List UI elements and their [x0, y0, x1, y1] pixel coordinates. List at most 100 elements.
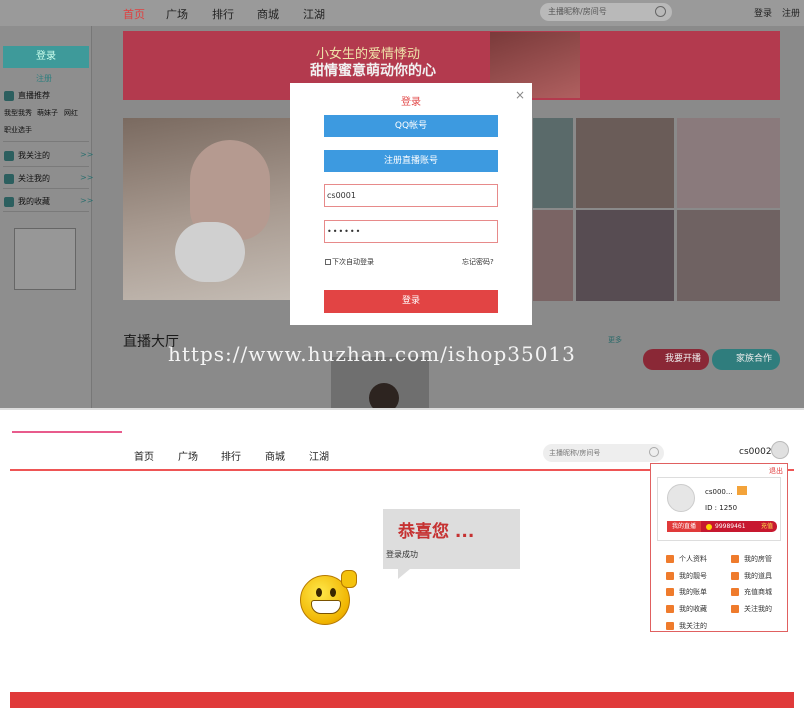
user-dropdown: 退出 cs000... ID : 1250 我的直播 99989461 充值 个…	[650, 463, 788, 632]
search-icon[interactable]	[655, 6, 666, 17]
nav-home[interactable]: 首页	[134, 448, 154, 463]
nav-mall[interactable]: 商城	[257, 6, 279, 22]
recommend-title: 直播推荐	[4, 90, 50, 101]
login-screenshot: 首页 广场 排行 商城 江湖 主播昵称/房间号 登录 注册 登录 注册 直播推荐…	[0, 0, 804, 410]
login-modal: 登录 × QQ帐号 注册直播账号 cs0001 •••••• 下次自动登录 忘记…	[290, 83, 532, 325]
menu-followers[interactable]: 关注我的	[731, 604, 772, 614]
menu-recharge-mall[interactable]: 充值商城	[731, 587, 772, 597]
nav-rank[interactable]: 排行	[221, 448, 241, 463]
nav-square[interactable]: 广场	[166, 6, 188, 22]
username-input[interactable]: cs0001	[324, 184, 498, 207]
medal-icon	[731, 572, 739, 580]
logged-in-screenshot: 首页 广场 排行 商城 江湖 主播昵称/房间号 cs0002 恭喜您 ... 登…	[0, 408, 804, 708]
nav-jianghu[interactable]: 江湖	[309, 448, 329, 463]
stream-thumb[interactable]	[677, 118, 780, 208]
nav-square[interactable]: 广场	[178, 448, 198, 463]
recharge-button[interactable]: 充值	[761, 521, 773, 532]
user-icon	[4, 150, 14, 161]
tag-influencer[interactable]: 网红	[64, 108, 78, 118]
divider	[3, 141, 89, 142]
arrow-icon: >>	[80, 196, 94, 205]
search-placeholder: 主播昵称/房间号	[548, 7, 607, 16]
sidebar-item-favorites[interactable]: 我的收藏 >>	[4, 196, 93, 207]
start-live-button[interactable]: 我要开播	[643, 349, 709, 370]
grinning-emoji-icon	[300, 570, 357, 625]
user-plus-icon	[4, 173, 14, 184]
login-link[interactable]: 登录	[754, 6, 772, 19]
top-navbar: 首页 广场 排行 商城 江湖 主播昵称/房间号 登录 注册	[0, 0, 804, 26]
nav-home[interactable]: 首页	[123, 6, 145, 22]
coin-icon	[706, 523, 712, 530]
login-submit-button[interactable]: 登录	[324, 290, 498, 313]
menu-following[interactable]: 我关注的	[666, 621, 707, 631]
menu-favorites[interactable]: 我的收藏	[666, 604, 707, 614]
congrats-text: 恭喜您 ...	[398, 522, 475, 542]
menu-vip-number[interactable]: 我的靓号	[666, 571, 707, 581]
my-live-button[interactable]: 我的直播	[667, 521, 701, 532]
emoji-eye	[330, 588, 336, 597]
tag-cute[interactable]: 萌妹子	[37, 108, 58, 118]
divider	[3, 211, 89, 212]
close-icon[interactable]: ×	[515, 88, 525, 102]
sidebar-item-following[interactable]: 我关注的 >>	[4, 150, 93, 161]
calendar-icon	[666, 572, 674, 580]
menu-props[interactable]: 我的道具	[731, 571, 772, 581]
stream-thumb[interactable]	[677, 210, 780, 301]
login-success-text: 登录成功	[386, 550, 418, 559]
profile-icon	[666, 555, 674, 563]
emoji-eye	[316, 588, 322, 597]
sidebar-login-button[interactable]: 登录	[3, 46, 89, 68]
nav-jianghu[interactable]: 江湖	[303, 6, 325, 22]
folder-icon	[666, 605, 674, 613]
arrow-icon: >>	[80, 150, 94, 159]
username-label[interactable]: cs0002	[739, 447, 772, 457]
menu-room-admin[interactable]: 我的房管	[731, 554, 772, 564]
nav-rank[interactable]: 排行	[212, 6, 234, 22]
stream-thumb[interactable]	[533, 210, 573, 301]
avatar[interactable]	[771, 441, 789, 459]
sidebar-item-followers[interactable]: 关注我的 >>	[4, 173, 93, 184]
user-icon	[666, 622, 674, 630]
dropdown-avatar	[667, 484, 695, 512]
sidebar-register-link[interactable]: 注册	[36, 73, 52, 84]
register-account-button[interactable]: 注册直播账号	[324, 150, 498, 172]
user-id: ID : 1250	[705, 504, 738, 512]
register-link[interactable]: 注册	[782, 6, 800, 19]
menu-profile[interactable]: 个人资料	[666, 554, 707, 564]
footer-bar	[10, 692, 794, 708]
search-input[interactable]: 主播昵称/房间号	[543, 444, 664, 462]
checkbox-icon[interactable]	[325, 259, 331, 265]
password-input[interactable]: ••••••	[324, 220, 498, 243]
sidebar: 登录 注册 直播推荐 我型我秀 萌妹子 网红 职业选手 我关注的 >> 关注我的 >…	[0, 26, 93, 410]
lock-icon	[731, 555, 739, 563]
gear-icon	[731, 588, 739, 596]
broken-image	[14, 228, 76, 290]
family-cooperation-button[interactable]: 家族合作	[712, 349, 780, 370]
auto-login-checkbox[interactable]: 下次自动登录	[325, 257, 374, 267]
accent-line	[12, 431, 122, 433]
logout-link[interactable]: 退出	[769, 466, 783, 476]
dropdown-username: cs000...	[705, 488, 733, 496]
forgot-password-link[interactable]: 忘记密码?	[462, 257, 494, 267]
person-head	[369, 383, 399, 410]
tag-show[interactable]: 我型我秀	[4, 108, 32, 118]
qq-login-button[interactable]: QQ帐号	[324, 115, 498, 137]
stream-thumb[interactable]	[533, 118, 573, 208]
stream-thumb[interactable]	[576, 118, 674, 208]
divider	[3, 188, 89, 189]
bill-icon	[666, 588, 674, 596]
arrow-icon: >>	[80, 173, 94, 182]
more-link[interactable]: 更多	[608, 335, 622, 345]
tag-pro[interactable]: 职业选手	[4, 125, 32, 135]
nav-mall[interactable]: 商城	[265, 448, 285, 463]
monitor-icon	[4, 90, 14, 101]
level-badge-icon	[737, 486, 747, 495]
search-input[interactable]: 主播昵称/房间号	[540, 3, 672, 21]
emoji-teeth	[311, 600, 341, 614]
banner-line2: 甜情蜜意萌动你的心	[310, 63, 436, 79]
emoji-hand	[341, 570, 357, 588]
users-icon	[731, 605, 739, 613]
menu-bills[interactable]: 我的账单	[666, 587, 707, 597]
search-icon[interactable]	[649, 447, 659, 457]
stream-thumb[interactable]	[576, 210, 674, 301]
